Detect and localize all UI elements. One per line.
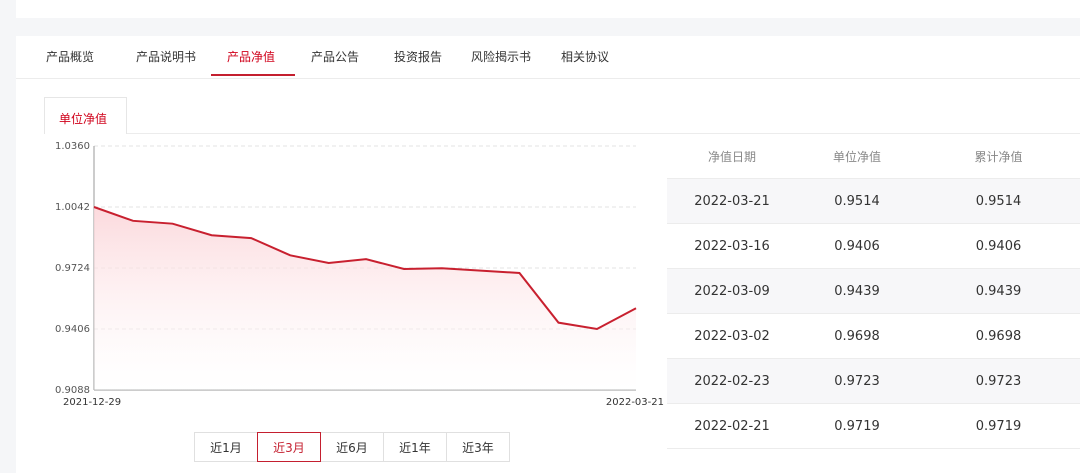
cell-cumulative-nav: 0.9698 <box>975 328 1022 344</box>
top-strip <box>16 0 1080 18</box>
cell-cumulative-nav: 0.9439 <box>975 283 1022 299</box>
tab-announcements[interactable]: 产品公告 <box>311 48 359 76</box>
range-3y-button[interactable]: 近3年 <box>446 432 510 462</box>
cell-unit-nav: 0.9514 <box>834 193 880 209</box>
cell-cumulative-nav: 0.9406 <box>975 238 1022 254</box>
cell-date: 2022-03-16 <box>694 238 770 254</box>
cell-unit-nav: 0.9698 <box>834 328 880 344</box>
cell-date: 2022-03-21 <box>694 193 770 209</box>
tab-overview[interactable]: 产品概览 <box>46 48 94 76</box>
y-tick-label: 0.9724 <box>55 263 90 274</box>
subtab-unit-nav[interactable]: 单位净值 <box>44 97 127 134</box>
header-nav-date: 净值日期 <box>707 149 756 164</box>
x-tick-label-start: 2021-12-29 <box>63 397 121 408</box>
cell-cumulative-nav: 0.9723 <box>975 373 1022 389</box>
cell-date: 2022-03-09 <box>694 283 770 299</box>
header-unit-nav: 单位净值 <box>832 149 881 164</box>
cell-cumulative-nav: 0.9719 <box>975 418 1022 434</box>
cell-cumulative-nav: 0.9514 <box>975 193 1022 209</box>
y-tick-label: 1.0042 <box>55 202 90 213</box>
cell-date: 2022-02-23 <box>694 373 770 389</box>
table-row: 2022-02-21 0.9719 0.9719 <box>667 404 1080 449</box>
cell-unit-nav: 0.9719 <box>834 418 880 434</box>
nav-table: 净值日期 单位净值 累计净值 2022-03-21 0.9514 0.9514 … <box>667 134 1080 449</box>
table-header: 净值日期 单位净值 累计净值 <box>667 134 1080 179</box>
table-row: 2022-03-16 0.9406 0.9406 <box>667 224 1080 269</box>
header-cumulative-nav: 累计净值 <box>974 149 1023 164</box>
nav-chart: 1.0360 1.0042 0.9724 0.9406 0.90882021-12-29… <box>55 141 664 408</box>
cell-unit-nav: 0.9406 <box>834 238 880 254</box>
table-row: 2022-03-02 0.9698 0.9698 <box>667 314 1080 359</box>
table-row: 2022-03-09 0.9439 0.9439 <box>667 269 1080 314</box>
subtab-label: 单位净值 <box>59 112 108 126</box>
product-tabs: 产品概览 产品说明书 产品净值 产品公告 投资报告 风险揭示书 相关协议 <box>16 36 1080 79</box>
cell-date: 2022-02-21 <box>694 418 770 434</box>
tab-agreements[interactable]: 相关协议 <box>561 48 609 76</box>
cell-date: 2022-03-02 <box>694 328 770 344</box>
tab-prospectus[interactable]: 产品说明书 <box>136 48 196 76</box>
area-fill <box>94 207 636 390</box>
x-tick-label-end: 2022-03-21 <box>606 397 664 408</box>
range-1y-button[interactable]: 近1年 <box>383 432 447 462</box>
tab-nav[interactable]: 产品净值 <box>227 48 275 76</box>
range-selector: 近1月 近3月 近6月 近1年 近3年 <box>194 432 510 462</box>
tab-investment-reports[interactable]: 投资报告 <box>394 48 442 76</box>
table-row: 2022-02-23 0.9723 0.9723 <box>667 359 1080 404</box>
y-tick-label: 1.0360 <box>55 141 90 152</box>
cell-unit-nav: 0.9723 <box>834 373 880 389</box>
cell-unit-nav: 0.9439 <box>834 283 880 299</box>
range-3m-button[interactable]: 近3月 <box>257 432 321 462</box>
tab-risk-disclosure[interactable]: 风险揭示书 <box>471 48 531 76</box>
range-1m-button[interactable]: 近1月 <box>194 432 258 462</box>
table-row: 2022-03-21 0.9514 0.9514 <box>667 179 1080 224</box>
range-6m-button[interactable]: 近6月 <box>320 432 384 462</box>
y-tick-label: 0.9406 <box>55 324 90 335</box>
y-tick-label: 0.9088 <box>55 385 90 396</box>
product-panel: 产品概览 产品说明书 产品净值 产品公告 投资报告 风险揭示书 相关协议 单位净… <box>16 36 1080 473</box>
active-tab-underline <box>211 74 295 76</box>
